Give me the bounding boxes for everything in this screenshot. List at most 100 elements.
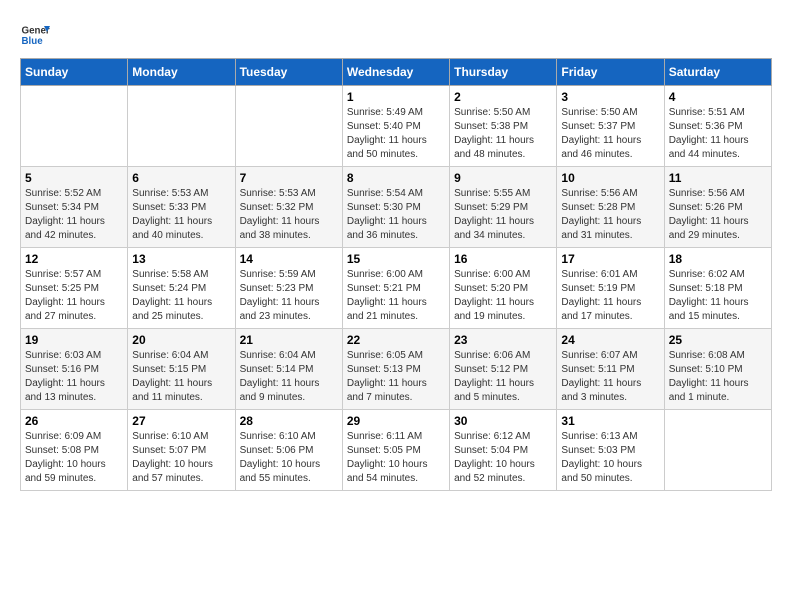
day-info: Sunrise: 6:03 AM Sunset: 5:16 PM Dayligh… [25, 349, 123, 405]
day-number: 22 [347, 333, 445, 347]
day-number: 24 [561, 333, 659, 347]
calendar-cell: 10 Sunrise: 5:56 AM Sunset: 5:28 PM Dayli… [557, 167, 664, 248]
day-number: 30 [454, 414, 552, 428]
calendar-cell: 24 Sunrise: 6:07 AM Sunset: 5:11 PM Dayli… [557, 329, 664, 410]
day-number: 14 [240, 252, 338, 266]
day-info: Sunrise: 6:04 AM Sunset: 5:14 PM Dayligh… [240, 349, 338, 405]
calendar-cell: 26 Sunrise: 6:09 AM Sunset: 5:08 PM Dayli… [21, 410, 128, 491]
calendar-header: SundayMondayTuesdayWednesdayThursdayFrid… [21, 59, 772, 86]
day-number: 9 [454, 171, 552, 185]
calendar-week-row: 1 Sunrise: 5:49 AM Sunset: 5:40 PM Daylig… [21, 86, 772, 167]
calendar-cell: 30 Sunrise: 6:12 AM Sunset: 5:04 PM Dayli… [450, 410, 557, 491]
day-info: Sunrise: 5:53 AM Sunset: 5:32 PM Dayligh… [240, 187, 338, 243]
calendar-cell: 19 Sunrise: 6:03 AM Sunset: 5:16 PM Dayli… [21, 329, 128, 410]
day-number: 4 [669, 90, 767, 104]
calendar-week-row: 12Sunrise: 5:57 AM Sunset: 5:25 PM Dayli… [21, 248, 772, 329]
calendar-cell: 21 Sunrise: 6:04 AM Sunset: 5:14 PM Dayli… [235, 329, 342, 410]
day-info: Sunrise: 5:51 AM Sunset: 5:36 PM Dayligh… [669, 106, 767, 162]
day-number: 23 [454, 333, 552, 347]
day-number: 11 [669, 171, 767, 185]
weekday-row: SundayMondayTuesdayWednesdayThursdayFrid… [21, 59, 772, 86]
day-info: Sunrise: 5:49 AM Sunset: 5:40 PM Dayligh… [347, 106, 445, 162]
calendar-cell: 22 Sunrise: 6:05 AM Sunset: 5:13 PM Dayli… [342, 329, 449, 410]
day-number: 5 [25, 171, 123, 185]
page-header: General Blue [20, 20, 772, 50]
calendar-cell: 12Sunrise: 5:57 AM Sunset: 5:25 PM Dayli… [21, 248, 128, 329]
day-info: Sunrise: 6:10 AM Sunset: 5:06 PM Dayligh… [240, 430, 338, 486]
day-info: Sunrise: 6:09 AM Sunset: 5:08 PM Dayligh… [25, 430, 123, 486]
day-number: 27 [132, 414, 230, 428]
day-number: 8 [347, 171, 445, 185]
calendar-cell [21, 86, 128, 167]
day-info: Sunrise: 6:13 AM Sunset: 5:03 PM Dayligh… [561, 430, 659, 486]
day-number: 6 [132, 171, 230, 185]
day-info: Sunrise: 5:50 AM Sunset: 5:37 PM Dayligh… [561, 106, 659, 162]
weekday-header-thursday: Thursday [450, 59, 557, 86]
calendar-cell: 2 Sunrise: 5:50 AM Sunset: 5:38 PM Daylig… [450, 86, 557, 167]
day-number: 10 [561, 171, 659, 185]
calendar-cell [664, 410, 771, 491]
weekday-header-wednesday: Wednesday [342, 59, 449, 86]
day-number: 16 [454, 252, 552, 266]
calendar-cell: 14Sunrise: 5:59 AM Sunset: 5:23 PM Dayli… [235, 248, 342, 329]
day-info: Sunrise: 6:05 AM Sunset: 5:13 PM Dayligh… [347, 349, 445, 405]
day-number: 15 [347, 252, 445, 266]
svg-text:Blue: Blue [22, 36, 44, 47]
day-info: Sunrise: 6:07 AM Sunset: 5:11 PM Dayligh… [561, 349, 659, 405]
calendar-cell: 29Sunrise: 6:11 AM Sunset: 5:05 PM Dayli… [342, 410, 449, 491]
calendar-cell: 7 Sunrise: 5:53 AM Sunset: 5:32 PM Daylig… [235, 167, 342, 248]
calendar-cell: 27 Sunrise: 6:10 AM Sunset: 5:07 PM Dayli… [128, 410, 235, 491]
calendar-cell: 1 Sunrise: 5:49 AM Sunset: 5:40 PM Daylig… [342, 86, 449, 167]
day-number: 2 [454, 90, 552, 104]
calendar-cell: 16 Sunrise: 6:00 AM Sunset: 5:20 PM Dayli… [450, 248, 557, 329]
calendar-cell [128, 86, 235, 167]
day-info: Sunrise: 5:58 AM Sunset: 5:24 PM Dayligh… [132, 268, 230, 324]
day-info: Sunrise: 6:12 AM Sunset: 5:04 PM Dayligh… [454, 430, 552, 486]
calendar-cell: 17Sunrise: 6:01 AM Sunset: 5:19 PM Dayli… [557, 248, 664, 329]
day-info: Sunrise: 5:54 AM Sunset: 5:30 PM Dayligh… [347, 187, 445, 243]
day-info: Sunrise: 5:57 AM Sunset: 5:25 PM Dayligh… [25, 268, 123, 324]
weekday-header-friday: Friday [557, 59, 664, 86]
day-number: 13 [132, 252, 230, 266]
day-number: 1 [347, 90, 445, 104]
day-info: Sunrise: 5:53 AM Sunset: 5:33 PM Dayligh… [132, 187, 230, 243]
calendar-week-row: 5Sunrise: 5:52 AM Sunset: 5:34 PM Daylig… [21, 167, 772, 248]
day-info: Sunrise: 5:56 AM Sunset: 5:28 PM Dayligh… [561, 187, 659, 243]
day-number: 26 [25, 414, 123, 428]
weekday-header-monday: Monday [128, 59, 235, 86]
calendar-cell: 5Sunrise: 5:52 AM Sunset: 5:34 PM Daylig… [21, 167, 128, 248]
day-info: Sunrise: 5:55 AM Sunset: 5:29 PM Dayligh… [454, 187, 552, 243]
day-number: 3 [561, 90, 659, 104]
day-info: Sunrise: 6:04 AM Sunset: 5:15 PM Dayligh… [132, 349, 230, 405]
day-number: 21 [240, 333, 338, 347]
day-number: 19 [25, 333, 123, 347]
calendar-cell: 23 Sunrise: 6:06 AM Sunset: 5:12 PM Dayli… [450, 329, 557, 410]
day-info: Sunrise: 6:00 AM Sunset: 5:20 PM Dayligh… [454, 268, 552, 324]
calendar-cell: 8 Sunrise: 5:54 AM Sunset: 5:30 PM Daylig… [342, 167, 449, 248]
day-info: Sunrise: 6:08 AM Sunset: 5:10 PM Dayligh… [669, 349, 767, 405]
day-number: 28 [240, 414, 338, 428]
calendar-cell: 6 Sunrise: 5:53 AM Sunset: 5:33 PM Daylig… [128, 167, 235, 248]
calendar-cell: 25Sunrise: 6:08 AM Sunset: 5:10 PM Dayli… [664, 329, 771, 410]
weekday-header-saturday: Saturday [664, 59, 771, 86]
calendar-cell: 9 Sunrise: 5:55 AM Sunset: 5:29 PM Daylig… [450, 167, 557, 248]
day-info: Sunrise: 6:11 AM Sunset: 5:05 PM Dayligh… [347, 430, 445, 486]
day-info: Sunrise: 6:00 AM Sunset: 5:21 PM Dayligh… [347, 268, 445, 324]
day-number: 18 [669, 252, 767, 266]
calendar-cell: 15 Sunrise: 6:00 AM Sunset: 5:21 PM Dayli… [342, 248, 449, 329]
day-number: 20 [132, 333, 230, 347]
day-info: Sunrise: 6:06 AM Sunset: 5:12 PM Dayligh… [454, 349, 552, 405]
day-info: Sunrise: 6:10 AM Sunset: 5:07 PM Dayligh… [132, 430, 230, 486]
day-number: 31 [561, 414, 659, 428]
calendar-cell: 4 Sunrise: 5:51 AM Sunset: 5:36 PM Daylig… [664, 86, 771, 167]
day-info: Sunrise: 5:56 AM Sunset: 5:26 PM Dayligh… [669, 187, 767, 243]
day-number: 7 [240, 171, 338, 185]
calendar-body: 1 Sunrise: 5:49 AM Sunset: 5:40 PM Daylig… [21, 86, 772, 491]
calendar-cell: 3 Sunrise: 5:50 AM Sunset: 5:37 PM Daylig… [557, 86, 664, 167]
calendar-cell: 28 Sunrise: 6:10 AM Sunset: 5:06 PM Dayli… [235, 410, 342, 491]
day-info: Sunrise: 5:50 AM Sunset: 5:38 PM Dayligh… [454, 106, 552, 162]
day-number: 17 [561, 252, 659, 266]
weekday-header-tuesday: Tuesday [235, 59, 342, 86]
calendar-cell: 31 Sunrise: 6:13 AM Sunset: 5:03 PM Dayli… [557, 410, 664, 491]
calendar-cell: 11 Sunrise: 5:56 AM Sunset: 5:26 PM Dayli… [664, 167, 771, 248]
